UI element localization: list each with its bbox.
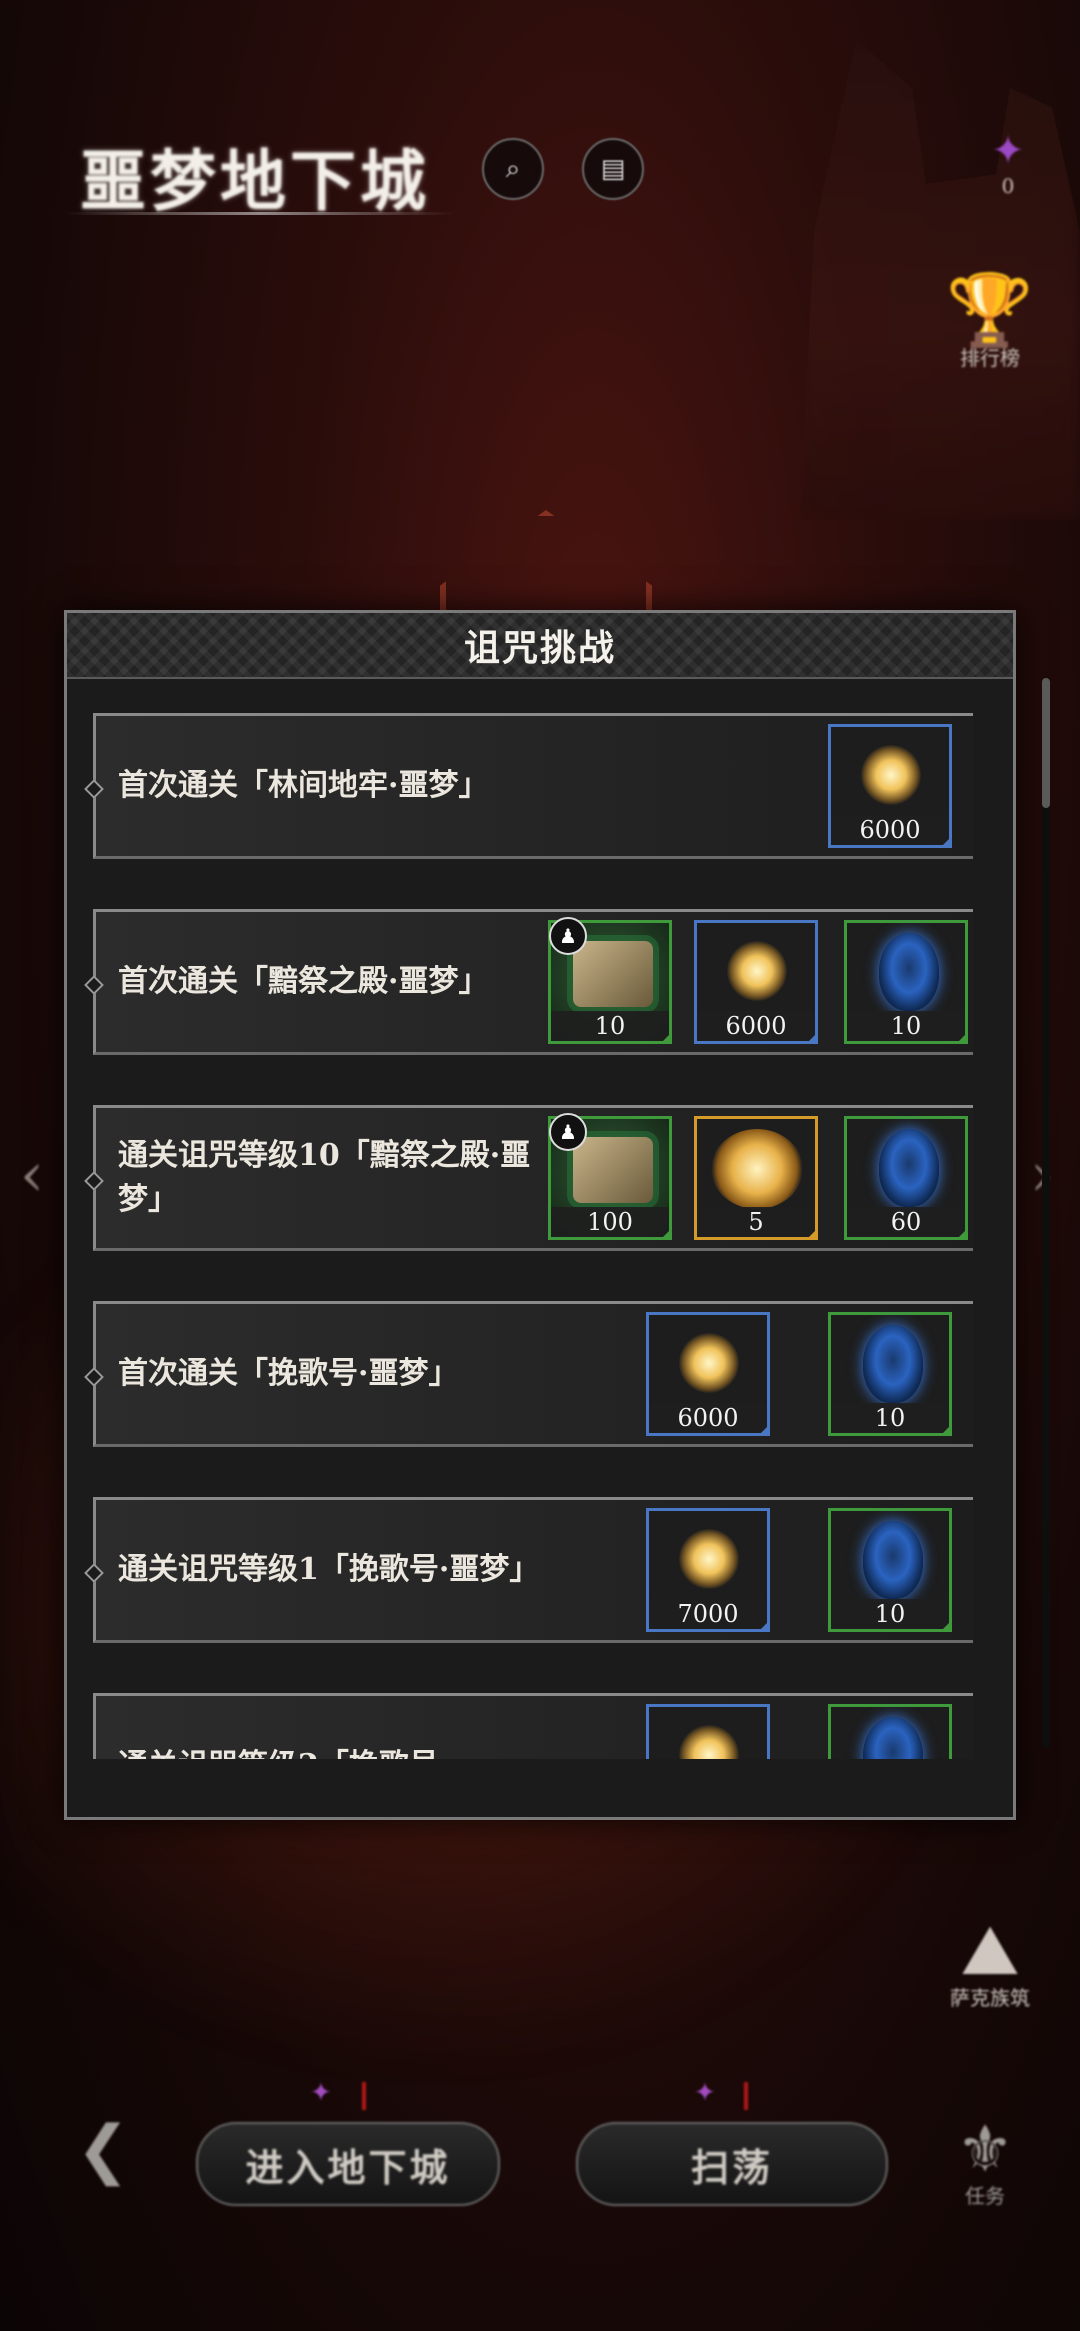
trophy-icon: 🏆 (946, 269, 1034, 351)
crystal-icon: ⛰ (960, 1909, 1020, 1991)
egg-icon (863, 1717, 923, 1759)
coin-icon (679, 1725, 739, 1759)
chest-icon (573, 1137, 653, 1203)
challenge-text: 首次通关「林间地牢·噩梦」 (118, 768, 489, 803)
challenge-text: 通关诅咒等级2「挽歌号· (118, 1696, 538, 1759)
challenge-text: 首次通关「挽歌号·噩梦」 (118, 1356, 459, 1391)
reward-item[interactable]: 7000 (646, 1508, 770, 1632)
modal-title: 诅咒挑战 (463, 627, 616, 669)
reward-item[interactable] (828, 1704, 952, 1759)
egg-icon (879, 1129, 939, 1207)
list-scrollbar[interactable] (1042, 678, 1050, 1748)
egg-icon (863, 1521, 923, 1599)
reward-qty: 6000 (697, 1011, 815, 1041)
coin-icon (727, 941, 787, 1001)
reward-qty: 100 (551, 1207, 669, 1237)
egg-icon (879, 933, 939, 1011)
challenge-text: 通关诅咒等级10「黯祭之殿·噩梦」 (118, 1138, 531, 1217)
search-button[interactable]: ⌕ (482, 138, 544, 200)
reward-side-label: 萨克族筑 (950, 1986, 1030, 2010)
reward-item[interactable]: 10 (828, 1508, 952, 1632)
back-button[interactable]: ❮ (48, 2110, 158, 2210)
leaderboard-button[interactable]: 🏆 排行榜 (930, 270, 1050, 371)
reward-qty: 10 (847, 1011, 965, 1041)
chest-icon (573, 941, 653, 1007)
challenge-text: 首次通关「黯祭之殿·噩梦」 (118, 964, 489, 999)
task-icon: ⚜ (956, 2113, 1014, 2187)
info-icon: ▤ (600, 154, 626, 184)
enter-dungeon-button[interactable]: 进入地下城 (196, 2122, 500, 2206)
red-marker (744, 2082, 748, 2110)
badge-icon: ♟ (549, 917, 587, 955)
red-marker (362, 2082, 366, 2110)
reward-item[interactable]: 5 (694, 1116, 818, 1240)
reward-item[interactable]: 10 (828, 1312, 952, 1436)
reward-qty: 10 (551, 1011, 669, 1041)
reward-item[interactable]: ♟ 100 (548, 1113, 672, 1240)
reward-item[interactable]: 60 (844, 1116, 968, 1240)
reward-item[interactable]: 6000 (694, 920, 818, 1044)
challenge-row: 首次通关「黯祭之殿·噩梦」 ♟ 10 6000 10 (93, 909, 973, 1055)
scrollbar-thumb[interactable] (1042, 678, 1050, 808)
reward-item[interactable]: ♟ 10 (548, 917, 672, 1044)
info-button[interactable]: ▤ (582, 138, 644, 200)
coin-icon (861, 745, 921, 805)
gem-count: 0 (1001, 174, 1015, 198)
sweep-button[interactable]: 扫荡 (576, 2122, 888, 2206)
reward-item[interactable]: 10 (844, 920, 968, 1044)
gold-orb-icon (711, 1129, 803, 1209)
challenge-row: 首次通关「挽歌号·噩梦」 6000 10 (93, 1301, 973, 1447)
reward-qty: 5 (697, 1207, 815, 1237)
challenge-text: 通关诅咒等级1「挽歌号·噩梦」 (118, 1552, 540, 1587)
challenge-row: 通关诅咒等级10「黯祭之殿·噩梦」 ♟ 100 5 60 (93, 1105, 973, 1251)
gem-icon: ✦ (991, 128, 1025, 174)
challenge-list[interactable]: 首次通关「林间地牢·噩梦」 6000 首次通关「黯祭之殿·噩梦」 ♟ 10 60… (67, 679, 1013, 1759)
coin-icon (679, 1333, 739, 1393)
reward-qty: 10 (831, 1599, 949, 1629)
currency-indicator: ✦ 0 (988, 128, 1028, 198)
reward-qty: 60 (847, 1207, 965, 1237)
modal-header: 诅咒挑战 (67, 613, 1013, 679)
gem-icon: ✦ (310, 2078, 332, 2108)
prev-arrow-icon[interactable]: ‹ (20, 1140, 50, 1230)
search-icon: ⌕ (505, 153, 521, 184)
back-arrow-icon: ❮ (76, 2113, 130, 2187)
coin-icon (679, 1529, 739, 1589)
reward-side-button[interactable]: ⛰ 萨克族筑 (930, 1910, 1050, 2011)
reward-qty: 7000 (649, 1599, 767, 1629)
page-title: 噩梦地下城 (80, 142, 430, 220)
reward-qty: 6000 (831, 815, 949, 845)
reward-item[interactable]: 6000 (646, 1312, 770, 1436)
gem-icon: ✦ (694, 2078, 716, 2108)
title-underline (64, 212, 454, 215)
task-label: 任务 (965, 2184, 1005, 2208)
reward-item[interactable] (646, 1704, 770, 1759)
challenge-row: 首次通关「林间地牢·噩梦」 6000 (93, 713, 973, 859)
egg-icon (863, 1325, 923, 1403)
task-button[interactable]: ⚜ 任务 (930, 2110, 1040, 2210)
curse-challenge-modal: 诅咒挑战 首次通关「林间地牢·噩梦」 6000 首次通关「黯祭之殿·噩梦」 ♟ … (64, 610, 1016, 1820)
reward-item[interactable]: 6000 (828, 724, 952, 848)
challenge-row: 通关诅咒等级2「挽歌号· (93, 1693, 973, 1759)
reward-qty: 6000 (649, 1403, 767, 1433)
badge-icon: ♟ (549, 1113, 587, 1151)
challenge-row: 通关诅咒等级1「挽歌号·噩梦」 7000 10 (93, 1497, 973, 1643)
reward-qty: 10 (831, 1403, 949, 1433)
